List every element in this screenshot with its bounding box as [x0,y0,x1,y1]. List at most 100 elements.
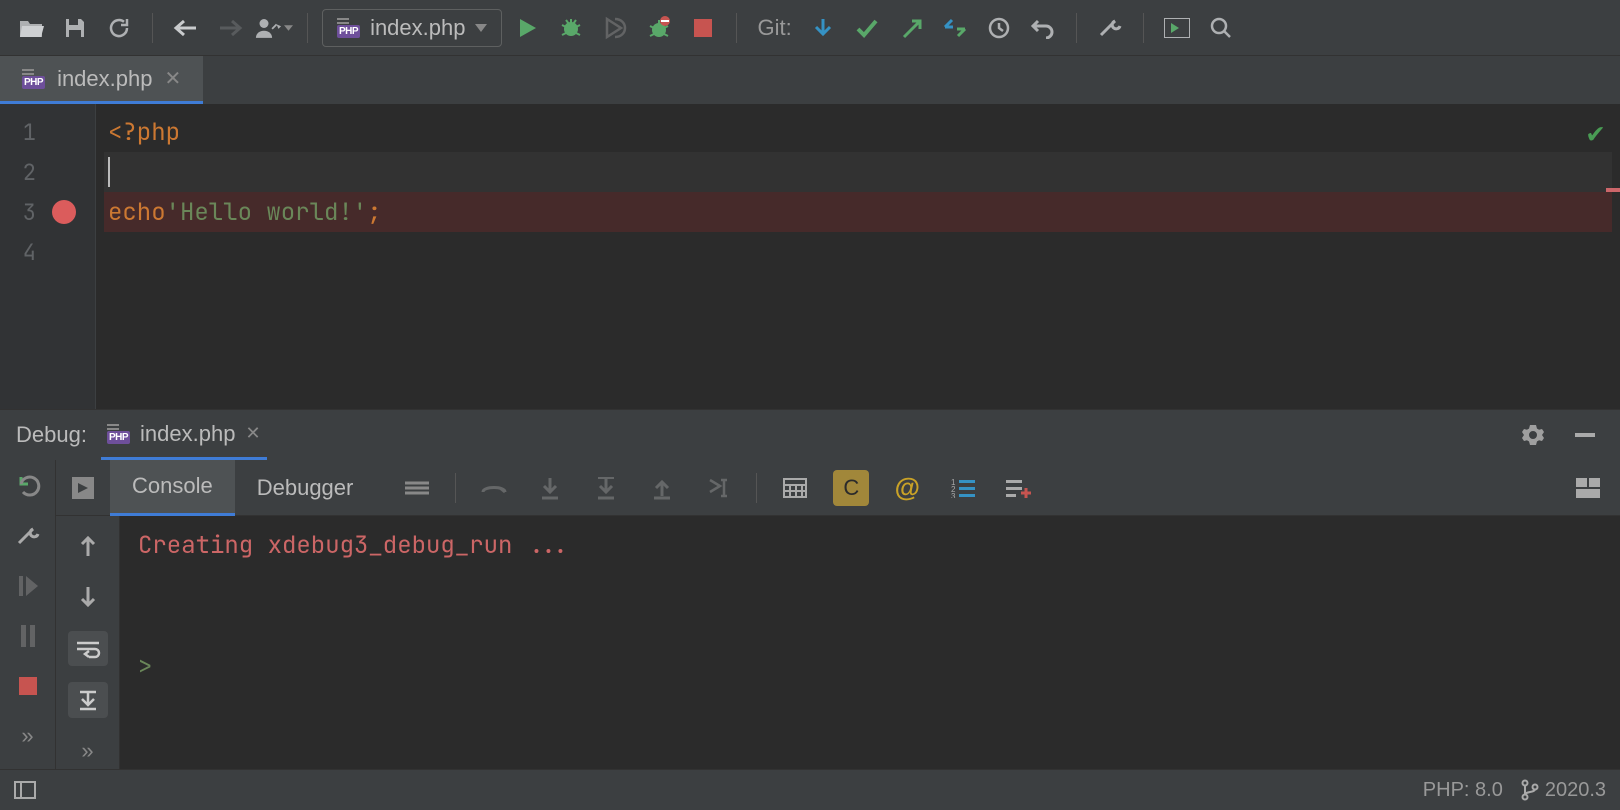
save-icon[interactable] [56,9,94,47]
code-token: ; [367,197,381,228]
coverage-icon[interactable] [596,9,634,47]
main-toolbar: PHP index.php Git: [0,0,1620,56]
separator [756,473,757,503]
expand-icon[interactable] [64,469,102,507]
tab-filename: index.php [57,66,152,92]
pause-icon[interactable] [12,620,44,652]
separator [1143,13,1144,43]
separator [307,13,308,43]
status-bar: PHP: 8.0 2020.3 [0,769,1620,810]
add-user-icon[interactable] [255,9,293,47]
editor-tabbar: PHP index.php ✕ [0,56,1620,104]
annotation-icon[interactable]: @ [889,470,925,506]
step-into-icon[interactable] [532,470,568,506]
more-icon[interactable]: » [68,734,108,769]
php-file-icon: PHP [22,69,45,89]
stop-icon[interactable] [684,9,722,47]
php-version[interactable]: PHP: 8.0 [1423,779,1503,802]
debugger-tab-label: Debugger [257,475,354,501]
separator [455,473,456,503]
scroll-down-icon[interactable] [68,579,108,614]
debug-tool-window: Debug: PHP index.php ✕ » Console Debugge… [0,409,1620,769]
gear-icon[interactable] [1514,416,1552,454]
close-tab-icon[interactable]: ✕ [164,66,181,91]
open-icon[interactable] [12,9,50,47]
stop-icon[interactable] [12,670,44,702]
run-to-cursor-icon[interactable] [700,470,736,506]
line-number: 2 [0,158,36,187]
search-icon[interactable] [1202,9,1240,47]
debug-tabs: Console Debugger C @ 123 [56,460,1620,516]
debug-left-rail: » [0,460,56,769]
git-branch[interactable]: 2020.3 [1521,779,1606,802]
back-icon[interactable] [167,9,205,47]
force-step-into-icon[interactable] [588,470,624,506]
settings-icon[interactable] [1091,9,1129,47]
line-number: 3 [0,198,36,227]
forward-icon[interactable] [211,9,249,47]
step-out-icon[interactable] [644,470,680,506]
editor-tab[interactable]: PHP index.php ✕ [0,56,203,104]
rollback-icon[interactable] [1024,9,1062,47]
step-over-icon[interactable] [476,470,512,506]
gutter[interactable]: 1 2 3 4 [0,104,96,409]
separator [736,13,737,43]
run-icon[interactable] [508,9,546,47]
tool-window-toggle-icon[interactable] [14,781,36,799]
wrench-icon[interactable] [12,520,44,552]
code-area[interactable]: <?php echo 'Hello world!'; ✔ [96,104,1620,409]
console-rail: » [56,516,120,769]
history-icon[interactable] [980,9,1018,47]
error-stripe[interactable] [1606,104,1620,409]
soft-wrap-icon[interactable] [68,631,108,666]
code-token: 'Hello world!' [166,197,368,228]
breakpoint-icon[interactable] [52,200,76,224]
text-caret [108,157,110,187]
console-prompt[interactable]: > [138,651,1602,682]
code-editor[interactable]: 1 2 3 4 <?php echo 'Hello world!'; ✔ [0,104,1620,409]
console-tab-label: Console [132,473,213,499]
console-output[interactable]: Creating xdebug3_debug_run ... > [120,516,1620,769]
php-file-icon: PHP [107,424,130,444]
debug-icon[interactable] [552,9,590,47]
run-config-name: index.php [370,15,465,41]
evaluate-icon[interactable] [777,470,813,506]
debugger-tab[interactable]: Debugger [235,460,376,516]
git-pull-icon[interactable] [804,9,842,47]
inspection-ok-icon[interactable]: ✔ [1587,114,1604,151]
threads-icon[interactable] [399,470,435,506]
resume-icon[interactable] [12,570,44,602]
breakpoint-mark[interactable] [1606,188,1620,192]
code-token: echo [108,197,166,228]
rerun-icon[interactable] [12,470,44,502]
console-line: Creating xdebug3_debug_run ... [138,530,1602,561]
run-anything-icon[interactable] [1158,9,1196,47]
layout-icon[interactable] [1570,470,1606,506]
debug-config-tab[interactable]: PHP index.php ✕ [101,410,267,460]
refresh-icon[interactable] [100,9,138,47]
git-sync-icon[interactable] [936,9,974,47]
git-commit-icon[interactable] [848,9,886,47]
php-file-icon: PHP [337,18,360,38]
separator [1076,13,1077,43]
line-number: 4 [0,238,36,267]
run-config-selector[interactable]: PHP index.php [322,9,502,47]
branch-name: 2020.3 [1545,779,1606,802]
git-label: Git: [757,15,791,41]
scroll-up-icon[interactable] [68,528,108,563]
debug-listen-icon[interactable] [640,9,678,47]
add-watch-icon[interactable] [1001,470,1037,506]
branch-icon [1521,779,1539,801]
console-tab[interactable]: Console [110,460,235,516]
class-icon[interactable]: C [833,470,869,506]
close-icon[interactable]: ✕ [245,423,260,444]
debug-config-name: index.php [140,421,235,447]
minimize-icon[interactable] [1566,416,1604,454]
scroll-to-end-icon[interactable] [68,682,108,717]
code-token: <?php [108,117,180,148]
list-icon[interactable]: 123 [945,470,981,506]
debug-title: Debug: [16,422,87,448]
more-icon[interactable]: » [12,720,44,752]
debug-header: Debug: PHP index.php ✕ [0,410,1620,460]
git-push-icon[interactable] [892,9,930,47]
